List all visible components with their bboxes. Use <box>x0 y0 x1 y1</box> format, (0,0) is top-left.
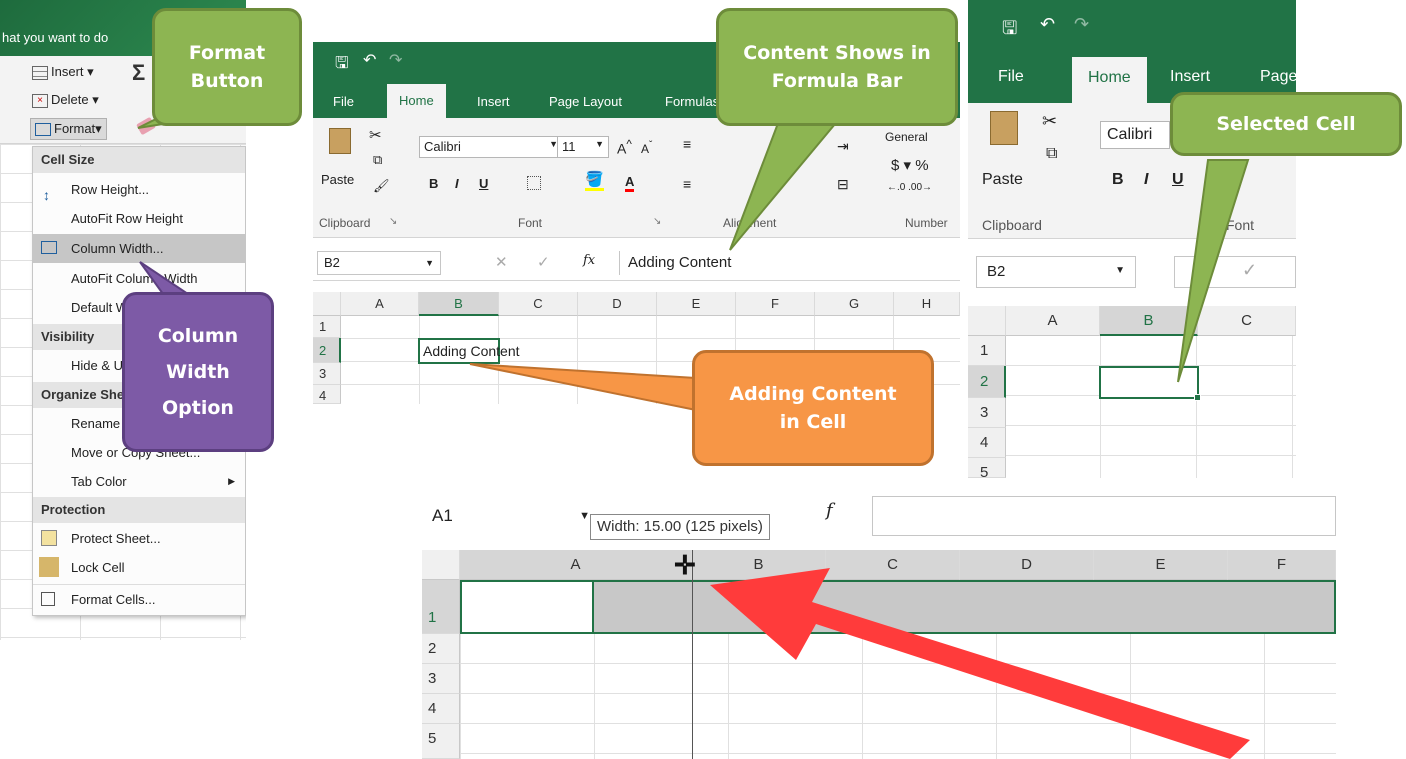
selected-callout-pointer <box>1177 159 1250 383</box>
callout-adding-content: Adding Content in Cell <box>692 350 934 466</box>
content-callout-pointer <box>729 117 843 251</box>
adding-callout-pointer <box>469 363 697 412</box>
callout-column-width: Column Width Option <box>122 292 274 452</box>
callout-selected-cell: Selected Cell <box>1170 92 1402 156</box>
callout-format-button: Format Button <box>152 8 302 126</box>
red-arrow <box>710 568 1250 759</box>
callout-content-formula: Content Shows in Formula Bar <box>716 8 958 126</box>
